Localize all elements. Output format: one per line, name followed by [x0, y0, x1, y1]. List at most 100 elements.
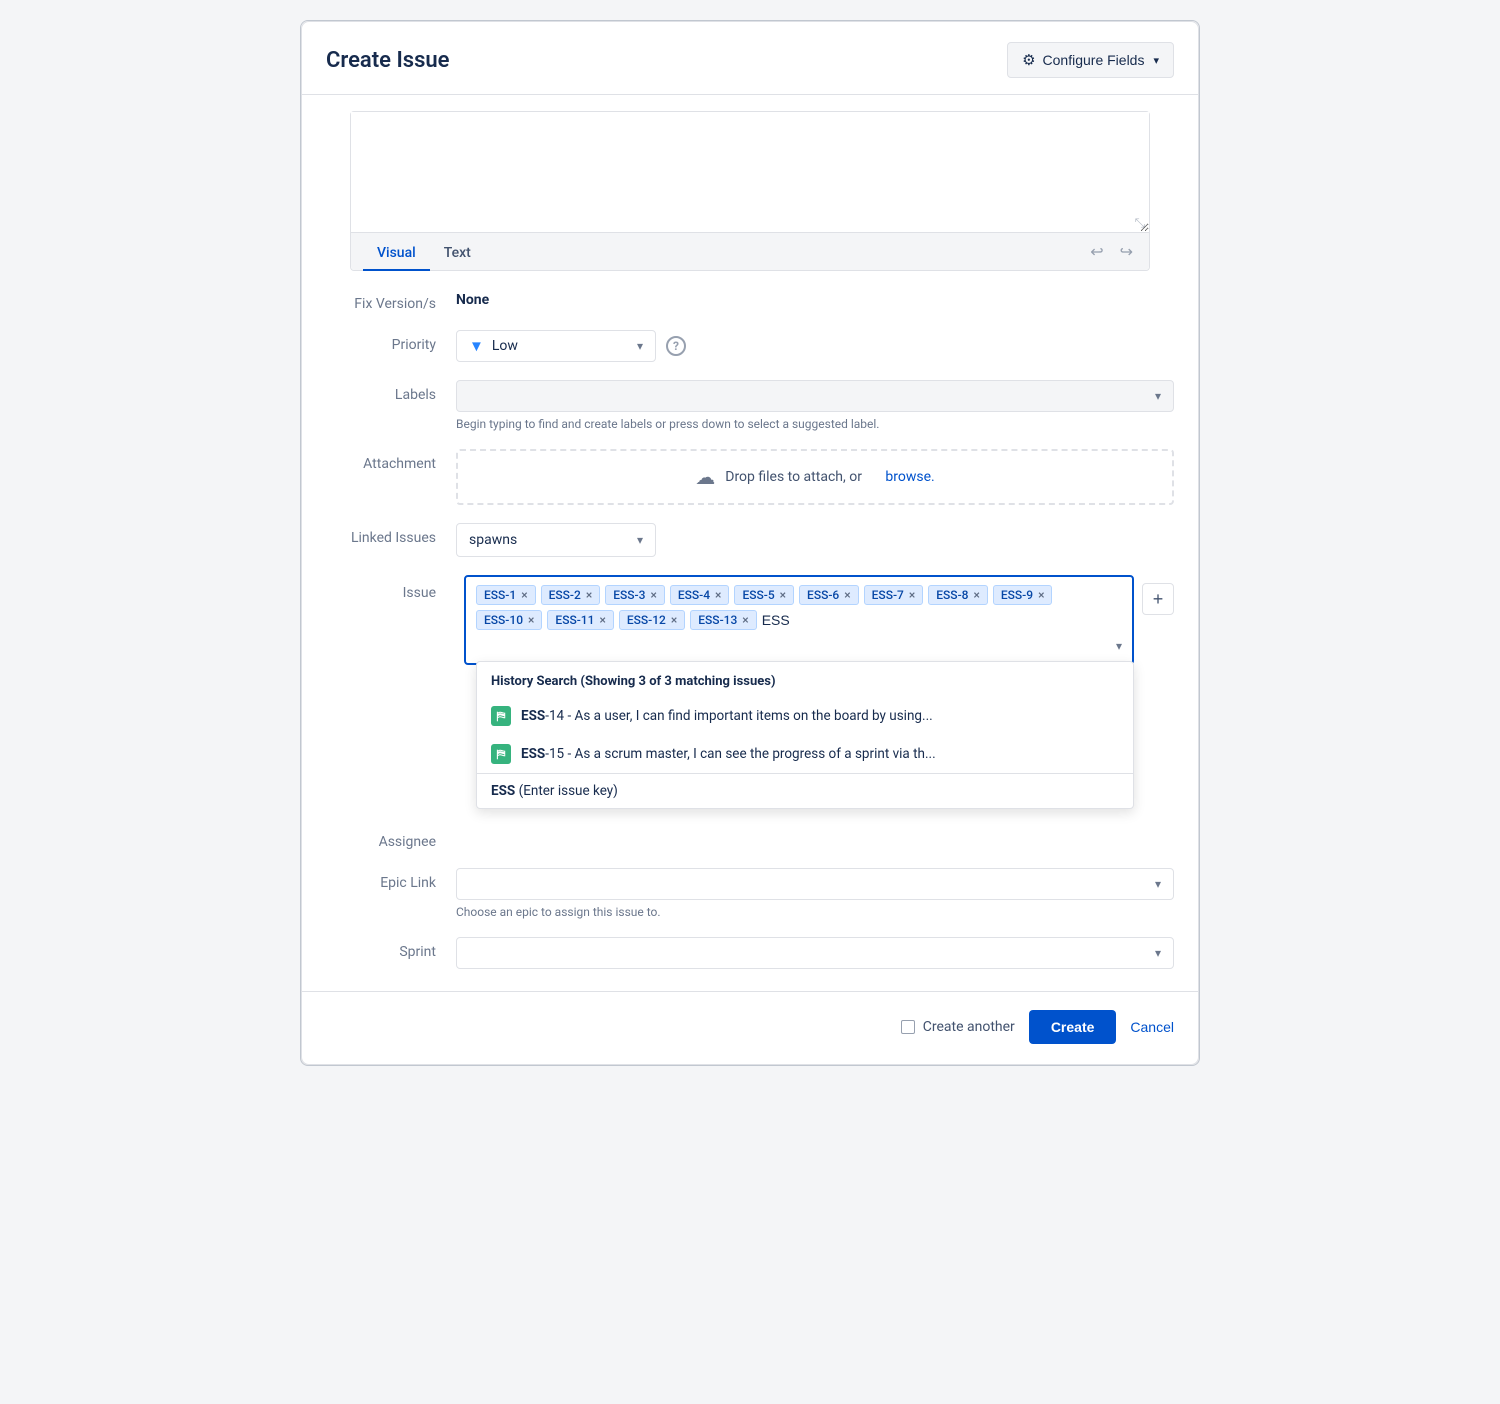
- sprint-select[interactable]: ▾: [456, 937, 1174, 969]
- issue-tag: ESS-10 ×: [476, 610, 542, 630]
- labels-row: Labels ▾ Begin typing to find and create…: [326, 380, 1174, 431]
- resize-handle[interactable]: ⤡: [1135, 217, 1145, 230]
- dropdown-item-enter-key[interactable]: ESS (Enter issue key): [477, 773, 1133, 808]
- labels-chevron-icon: ▾: [1155, 389, 1161, 403]
- issue-tag-remove[interactable]: ×: [528, 613, 534, 627]
- issue-box-chevron-icon: ▾: [1116, 639, 1122, 653]
- priority-control: ▼ Low ▾ ?: [456, 330, 1174, 362]
- issue-search-input[interactable]: [762, 610, 1122, 630]
- fix-versions-label: Fix Version/s: [326, 289, 456, 312]
- issue-tag-remove[interactable]: ×: [909, 588, 915, 602]
- tab-text[interactable]: Text: [430, 239, 485, 271]
- priority-row: Priority ▼ Low ▾ ?: [326, 330, 1174, 362]
- fix-versions-control: None: [456, 289, 1174, 308]
- dropdown-item-ess14[interactable]: ⛿ ESS-14 - As a user, I can find importa…: [477, 697, 1133, 735]
- issue-tag-remove[interactable]: ×: [780, 588, 786, 602]
- epic-badge-ess15: ⛿: [491, 744, 511, 764]
- create-another-wrap[interactable]: Create another: [901, 1019, 1015, 1035]
- linked-issues-value: spawns: [469, 532, 517, 548]
- issue-tag-remove[interactable]: ×: [715, 588, 721, 602]
- attachment-label: Attachment: [326, 449, 456, 472]
- issue-tag-remove[interactable]: ×: [586, 588, 592, 602]
- issue-tag-remove[interactable]: ×: [671, 613, 677, 627]
- dropdown-item-ess15[interactable]: ⛿ ESS-15 - As a scrum master, I can see …: [477, 735, 1133, 773]
- dialog-body: ⤡ Visual Text ↩ ↪ Fix Version: [302, 111, 1198, 1064]
- issue-row-section: Issue ESS-1 ×ESS-2 ×ESS-3 ×ESS-4 ×ESS-5 …: [302, 575, 1198, 809]
- fix-versions-value: None: [456, 285, 489, 308]
- issue-tag-remove[interactable]: ×: [742, 613, 748, 627]
- attachment-browse-link[interactable]: browse.: [885, 469, 934, 485]
- labels-select[interactable]: ▾: [456, 380, 1174, 412]
- configure-fields-label: Configure Fields: [1043, 52, 1145, 68]
- sprint-row: Sprint ▾: [326, 937, 1174, 969]
- epic-badge-ess14: ⛿: [491, 706, 511, 726]
- issue-tag: ESS-12 ×: [619, 610, 685, 630]
- attachment-dropzone[interactable]: ☁ Drop files to attach, or browse.: [456, 449, 1174, 505]
- dialog-title: Create Issue: [326, 48, 450, 73]
- priority-value: Low: [492, 338, 518, 354]
- epic-link-row: Epic Link ▾ Choose an epic to assign thi…: [326, 868, 1174, 919]
- priority-label: Priority: [326, 330, 456, 353]
- linked-issues-control: spawns ▾: [456, 523, 1174, 557]
- attachment-row: Attachment ☁ Drop files to attach, or br…: [326, 449, 1174, 505]
- priority-select-wrap: ▼ Low ▾ ?: [456, 330, 1174, 362]
- epic-link-hint: Choose an epic to assign this issue to.: [456, 905, 1174, 919]
- issue-tag: ESS-3 ×: [605, 585, 665, 605]
- issue-plus-button[interactable]: +: [1142, 583, 1174, 615]
- sprint-chevron-icon: ▾: [1155, 946, 1161, 960]
- epic-link-select[interactable]: ▾: [456, 868, 1174, 900]
- sprint-control: ▾: [456, 937, 1174, 969]
- issue-tag: ESS-9 ×: [993, 585, 1053, 605]
- issue-label: Issue: [326, 575, 456, 601]
- issue-tag-remove[interactable]: ×: [599, 613, 605, 627]
- cancel-button[interactable]: Cancel: [1130, 1019, 1174, 1035]
- editor-tab-actions: ↩ ↪: [1086, 240, 1137, 270]
- dropdown-item-ess14-text: ESS-14 - As a user, I can find important…: [521, 708, 933, 724]
- dropdown-header: History Search (Showing 3 of 3 matching …: [477, 662, 1133, 697]
- create-another-checkbox[interactable]: [901, 1020, 915, 1034]
- configure-fields-button[interactable]: ⚙ Configure Fields ▾: [1007, 42, 1174, 78]
- priority-icon: ▼: [469, 337, 484, 355]
- redo-button[interactable]: ↪: [1116, 240, 1137, 264]
- issue-input-box[interactable]: ESS-1 ×ESS-2 ×ESS-3 ×ESS-4 ×ESS-5 ×ESS-6…: [464, 575, 1134, 665]
- upload-icon: ☁: [695, 465, 715, 489]
- assignee-row: Assignee: [326, 827, 1174, 850]
- issue-tag-remove[interactable]: ×: [521, 588, 527, 602]
- form-section: Fix Version/s None Priority ▼ Low ▾: [302, 289, 1198, 557]
- fix-versions-row: Fix Version/s None: [326, 289, 1174, 312]
- issue-tag: ESS-7 ×: [864, 585, 924, 605]
- issues-dropdown: History Search (Showing 3 of 3 matching …: [476, 661, 1134, 809]
- issue-tag-remove[interactable]: ×: [650, 588, 656, 602]
- issue-tag-remove[interactable]: ×: [973, 588, 979, 602]
- priority-select[interactable]: ▼ Low ▾: [456, 330, 656, 362]
- issue-tag-remove[interactable]: ×: [1038, 588, 1044, 602]
- create-button[interactable]: Create: [1029, 1010, 1117, 1044]
- dialog-header: Create Issue ⚙ Configure Fields ▾: [302, 22, 1198, 95]
- editor-section: ⤡ Visual Text ↩ ↪: [302, 111, 1198, 271]
- undo-button[interactable]: ↩: [1086, 240, 1107, 264]
- sprint-label: Sprint: [326, 937, 456, 960]
- issue-tag: ESS-5 ×: [734, 585, 794, 605]
- dialog-footer: Create another Create Cancel: [302, 991, 1198, 1064]
- editor-content[interactable]: ⤡: [351, 112, 1149, 232]
- epic-link-chevron-icon: ▾: [1155, 877, 1161, 891]
- gear-icon: ⚙: [1022, 51, 1035, 69]
- editor-tabs: Visual Text ↩ ↪: [351, 232, 1149, 270]
- linked-issues-select[interactable]: spawns ▾: [456, 523, 656, 557]
- tab-visual[interactable]: Visual: [363, 239, 430, 271]
- issue-input-row: Issue ESS-1 ×ESS-2 ×ESS-3 ×ESS-4 ×ESS-5 …: [326, 575, 1174, 665]
- help-icon[interactable]: ?: [666, 336, 686, 356]
- create-another-label: Create another: [923, 1019, 1015, 1035]
- labels-control: ▾ Begin typing to find and create labels…: [456, 380, 1174, 431]
- linked-issues-row: Linked Issues spawns ▾: [326, 523, 1174, 557]
- issue-tag: ESS-6 ×: [799, 585, 859, 605]
- issue-tag: ESS-11 ×: [547, 610, 613, 630]
- issue-tag-remove[interactable]: ×: [844, 588, 850, 602]
- linked-issues-label: Linked Issues: [326, 523, 456, 546]
- linked-issues-chevron-icon: ▾: [637, 533, 643, 547]
- issue-tag: ESS-1 ×: [476, 585, 536, 605]
- attachment-hint-text: Drop files to attach, or: [725, 469, 862, 485]
- epic-link-control: ▾ Choose an epic to assign this issue to…: [456, 868, 1174, 919]
- assignee-label: Assignee: [326, 827, 456, 850]
- epic-link-label: Epic Link: [326, 868, 456, 891]
